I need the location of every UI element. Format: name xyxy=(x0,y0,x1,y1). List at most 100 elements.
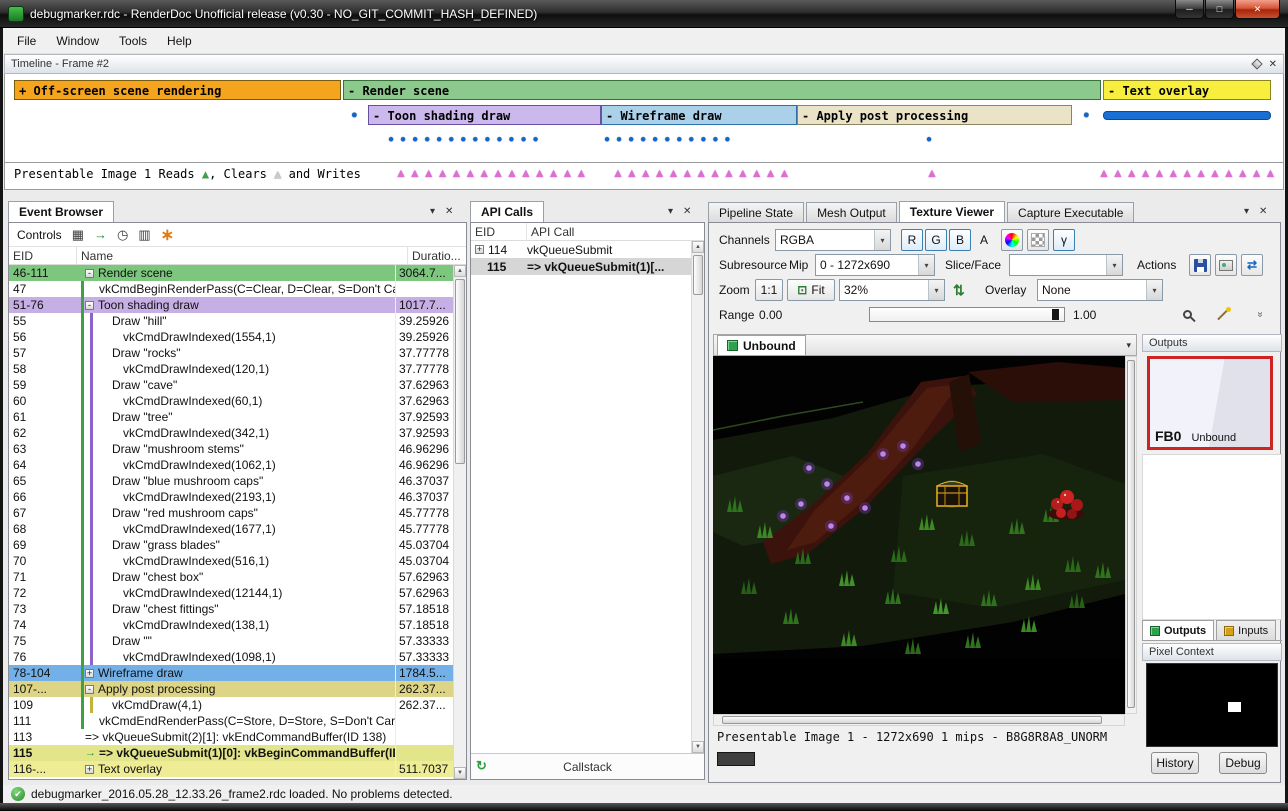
close-button[interactable]: ✕ xyxy=(1235,0,1280,19)
write-markers-overlay[interactable]: ▲▲▲▲▲▲▲▲▲▲▲▲▲ xyxy=(1098,166,1278,180)
table-row[interactable]: 59 Draw "cave" 37.62963 xyxy=(9,377,453,393)
write-marker-post[interactable]: ▲ xyxy=(926,166,940,180)
gamma-button[interactable]: γ xyxy=(1053,229,1075,251)
scroll-down-icon[interactable]: ▼ xyxy=(692,741,704,753)
column-duration[interactable]: Duratio... xyxy=(408,249,466,263)
scrollbar-thumb[interactable] xyxy=(455,279,465,464)
right-panel-tab[interactable]: Mesh Output xyxy=(806,202,897,222)
mip-select[interactable]: 0 - 1272x690▾ xyxy=(815,254,935,276)
scrollbar-thumb[interactable] xyxy=(1127,360,1135,708)
flip-y-icon[interactable]: ⇅ xyxy=(953,279,965,301)
green-channel-button[interactable]: G xyxy=(925,229,947,251)
minimize-button[interactable]: ─ xyxy=(1175,0,1204,19)
column-eid[interactable]: EID xyxy=(471,223,527,240)
bookmark-icon[interactable]: ∗ xyxy=(161,225,174,245)
table-row[interactable]: 75 Draw "" 57.33333 xyxy=(9,633,453,649)
chevron-down-icon[interactable]: ▾ xyxy=(1126,340,1136,351)
timeline-draw-dot[interactable]: ● xyxy=(1083,109,1096,121)
table-row[interactable]: 116-... + Text overlay 511.7037 xyxy=(9,761,453,777)
table-row[interactable]: 107-... - Apply post processing 262.37..… xyxy=(9,681,453,697)
table-row[interactable]: 63 Draw "mushroom stems" 46.96296 xyxy=(9,441,453,457)
right-panel-tab[interactable]: Pipeline State xyxy=(708,202,804,222)
table-row[interactable]: 47 vkCmdBeginRenderPass(C=Clear, D=Clear… xyxy=(9,281,453,297)
chevron-down-icon[interactable]: ▾ xyxy=(668,206,673,217)
tab-unbound-texture[interactable]: Unbound xyxy=(717,335,806,355)
overlay-select[interactable]: None▾ xyxy=(1037,279,1163,301)
table-row[interactable]: 51-76 - Toon shading draw 1017.7... xyxy=(9,297,453,313)
maximize-button[interactable]: □ xyxy=(1205,0,1234,19)
right-panel-tab[interactable]: Texture Viewer xyxy=(899,201,1005,222)
pixel-context-view[interactable] xyxy=(1146,663,1278,747)
column-eid[interactable]: EID xyxy=(9,247,77,264)
viewport-horizontal-scrollbar[interactable] xyxy=(713,714,1125,726)
timeline-marker-wireframe[interactable]: - Wireframe draw xyxy=(601,105,797,125)
write-markers-wireframe[interactable]: ▲▲▲▲▲▲▲▲▲▲▲▲▲ xyxy=(612,166,792,180)
table-row[interactable]: 73 Draw "chest fittings" 57.18518 xyxy=(9,601,453,617)
table-row[interactable]: 113 => vkQueueSubmit(2)[1]: vkEndCommand… xyxy=(9,729,453,745)
tab-event-browser[interactable]: Event Browser xyxy=(8,201,114,222)
debug-button[interactable]: Debug xyxy=(1219,752,1267,774)
table-row[interactable]: 66 vkCmdDrawIndexed(2193,1) 46.37037 xyxy=(9,489,453,505)
timeline-wireframe-draw-dots[interactable]: ●●●●●●●●●●● xyxy=(604,134,736,145)
range-slider[interactable] xyxy=(869,307,1065,322)
table-row[interactable]: 115 → => vkQueueSubmit(1)[0]: vkBeginCom… xyxy=(9,745,453,761)
timeline-marker-offscreen[interactable]: + Off-screen scene rendering xyxy=(14,80,341,100)
right-panel-tab[interactable]: Capture Executable xyxy=(1007,202,1134,222)
texture-viewport[interactable] xyxy=(713,356,1125,714)
scroll-down-icon[interactable]: ▼ xyxy=(454,767,466,779)
event-browser-scrollbar[interactable]: ▲ ▼ xyxy=(453,265,466,779)
goto-event-icon[interactable]: → xyxy=(94,227,107,242)
snapshot-button[interactable] xyxy=(1215,254,1237,276)
scrollbar-thumb[interactable] xyxy=(722,716,1102,724)
expand-toggle[interactable]: - xyxy=(85,301,94,310)
api-call-row[interactable]: 115 => vkQueueSubmit(1)[... xyxy=(471,258,704,275)
table-row[interactable]: 64 vkCmdDrawIndexed(1062,1) 46.96296 xyxy=(9,457,453,473)
slice-face-select[interactable]: ▾ xyxy=(1009,254,1123,276)
table-row[interactable]: 71 Draw "chest box" 57.62963 xyxy=(9,569,453,585)
chevron-down-icon[interactable]: ▾ xyxy=(430,206,435,217)
expand-toggle[interactable]: + xyxy=(85,765,94,774)
autofit-wand-icon[interactable] xyxy=(1215,307,1231,323)
table-row[interactable]: 76 vkCmdDrawIndexed(1098,1) 57.33333 xyxy=(9,649,453,665)
refresh-button[interactable]: ⇄ xyxy=(1241,254,1263,276)
timeline-toon-draw-dots[interactable]: ●●●●●●●●●●●●● xyxy=(388,134,545,145)
channels-select[interactable]: RGBA▾ xyxy=(775,229,891,251)
alpha-channel-button[interactable]: A xyxy=(973,229,995,251)
table-row[interactable]: 69 Draw "grass blades" 45.03704 xyxy=(9,537,453,553)
callstack-refresh-icon[interactable]: ↻ xyxy=(476,758,487,774)
zoom-range-icon[interactable] xyxy=(1183,310,1192,319)
scrollbar-thumb[interactable] xyxy=(693,255,703,295)
texture-image[interactable] xyxy=(713,356,1125,714)
time-durations-icon[interactable]: ◷ xyxy=(117,227,128,243)
timeline-overlay-duration-bar[interactable] xyxy=(1103,111,1271,120)
table-row[interactable]: 55 Draw "hill" 39.25926 xyxy=(9,313,453,329)
browse-icon[interactable]: ▦ xyxy=(72,227,84,243)
range-slider-thumb[interactable] xyxy=(1052,309,1059,320)
history-button[interactable]: History xyxy=(1151,752,1199,774)
table-row[interactable]: 78-104 + Wireframe draw 1784.5... xyxy=(9,665,453,681)
column-api-call[interactable]: API Call xyxy=(527,225,704,239)
timeline-post-draw-dot[interactable]: ● xyxy=(926,134,938,145)
menu-item[interactable]: Window xyxy=(46,29,109,53)
close-icon[interactable]: ✕ xyxy=(1269,59,1277,70)
table-row[interactable]: 60 vkCmdDrawIndexed(60,1) 37.62963 xyxy=(9,393,453,409)
timeline-draw-dot[interactable]: ● xyxy=(351,109,364,121)
table-row[interactable]: 61 Draw "tree" 37.92593 xyxy=(9,409,453,425)
expand-toggle[interactable]: - xyxy=(85,685,94,694)
toolbar-overflow-icon[interactable]: » xyxy=(1254,312,1265,318)
table-row[interactable]: 74 vkCmdDrawIndexed(138,1) 57.18518 xyxy=(9,617,453,633)
pin-icon[interactable] xyxy=(1251,58,1262,69)
tab-outputs[interactable]: Outputs xyxy=(1142,620,1214,640)
callstack-section[interactable]: ↻ Callstack xyxy=(471,753,704,779)
close-icon[interactable]: ✕ xyxy=(683,206,691,217)
table-row[interactable]: 62 vkCmdDrawIndexed(342,1) 37.92593 xyxy=(9,425,453,441)
table-row[interactable]: 70 vkCmdDrawIndexed(516,1) 45.03704 xyxy=(9,553,453,569)
stats-icon[interactable]: ▥ xyxy=(138,227,150,243)
viewport-vertical-scrollbar[interactable] xyxy=(1125,356,1137,714)
table-row[interactable]: 57 Draw "rocks" 37.77778 xyxy=(9,345,453,361)
color-wheel-button[interactable] xyxy=(1001,229,1023,251)
menu-item[interactable]: Help xyxy=(157,29,202,53)
table-row[interactable]: 109 vkCmdDraw(4,1) 262.37... xyxy=(9,697,453,713)
close-icon[interactable]: ✕ xyxy=(1259,206,1267,217)
menu-item[interactable]: File xyxy=(7,29,46,53)
